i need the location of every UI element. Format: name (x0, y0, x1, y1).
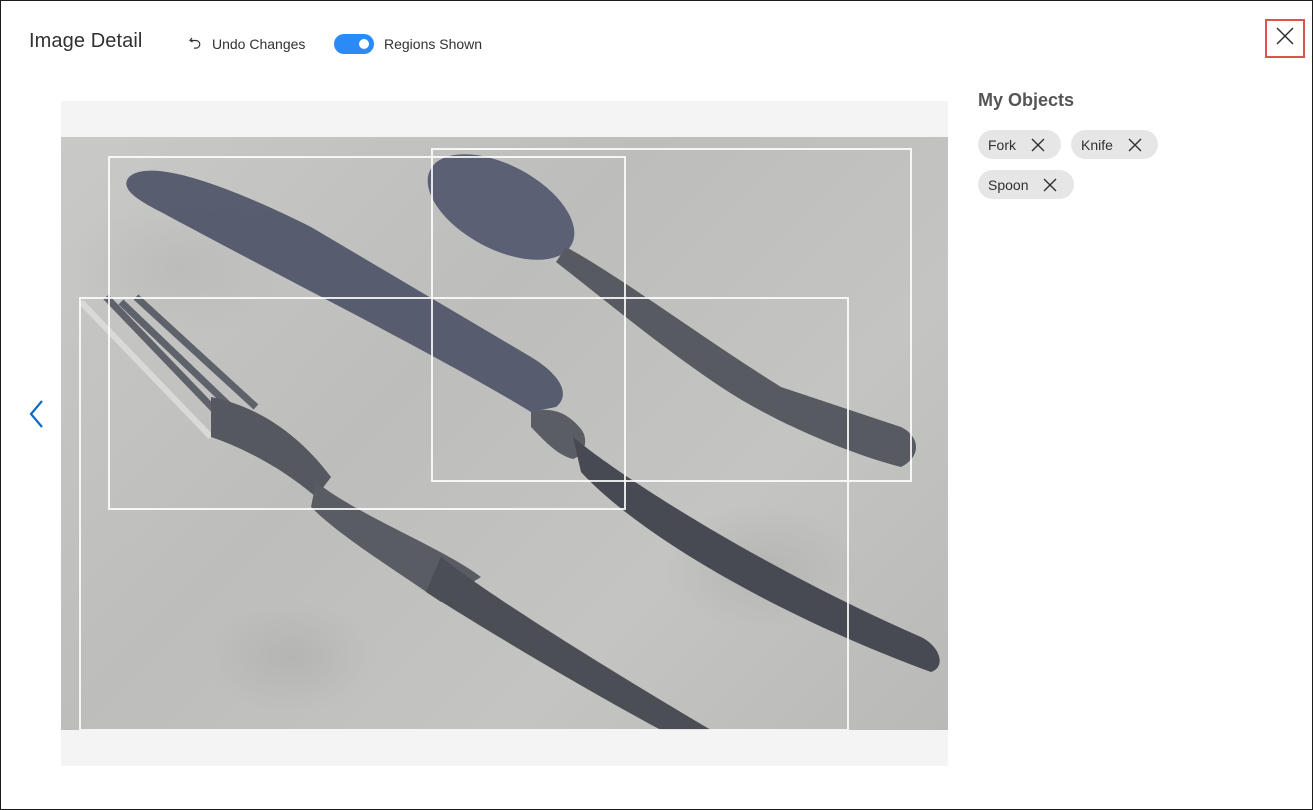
cutlery-photo (61, 137, 948, 730)
close-icon (1275, 26, 1295, 51)
tag-label: Spoon (988, 176, 1029, 193)
close-icon (1043, 178, 1057, 191)
remove-tag-knife-button[interactable] (1127, 137, 1143, 153)
image-viewer (61, 101, 948, 766)
tag-spoon: Spoon (978, 170, 1074, 199)
tag-label: Fork (988, 136, 1016, 153)
chevron-left-icon (28, 399, 44, 434)
toggle-knob (359, 39, 369, 49)
region-box-fork[interactable] (79, 297, 849, 730)
close-icon (1031, 138, 1045, 151)
undo-icon (187, 35, 203, 54)
remove-tag-spoon-button[interactable] (1042, 177, 1058, 193)
image-detail-dialog: Image Detail Undo Changes Regions Shown (0, 0, 1313, 810)
page-title: Image Detail (29, 30, 143, 52)
close-icon (1128, 138, 1142, 151)
tag-label: Knife (1081, 136, 1113, 153)
previous-image-button[interactable] (23, 399, 49, 433)
close-button[interactable] (1265, 19, 1305, 58)
tag-knife: Knife (1071, 130, 1158, 159)
regions-shown-label: Regions Shown (384, 36, 483, 52)
remove-tag-fork-button[interactable] (1030, 137, 1046, 153)
undo-changes-label: Undo Changes (212, 36, 306, 52)
regions-toggle-group: Regions Shown (334, 34, 482, 54)
regions-shown-toggle[interactable] (334, 34, 374, 54)
my-objects-heading: My Objects (978, 90, 1075, 110)
undo-changes-button[interactable]: Undo Changes (187, 34, 305, 54)
tag-fork: Fork (978, 130, 1061, 159)
